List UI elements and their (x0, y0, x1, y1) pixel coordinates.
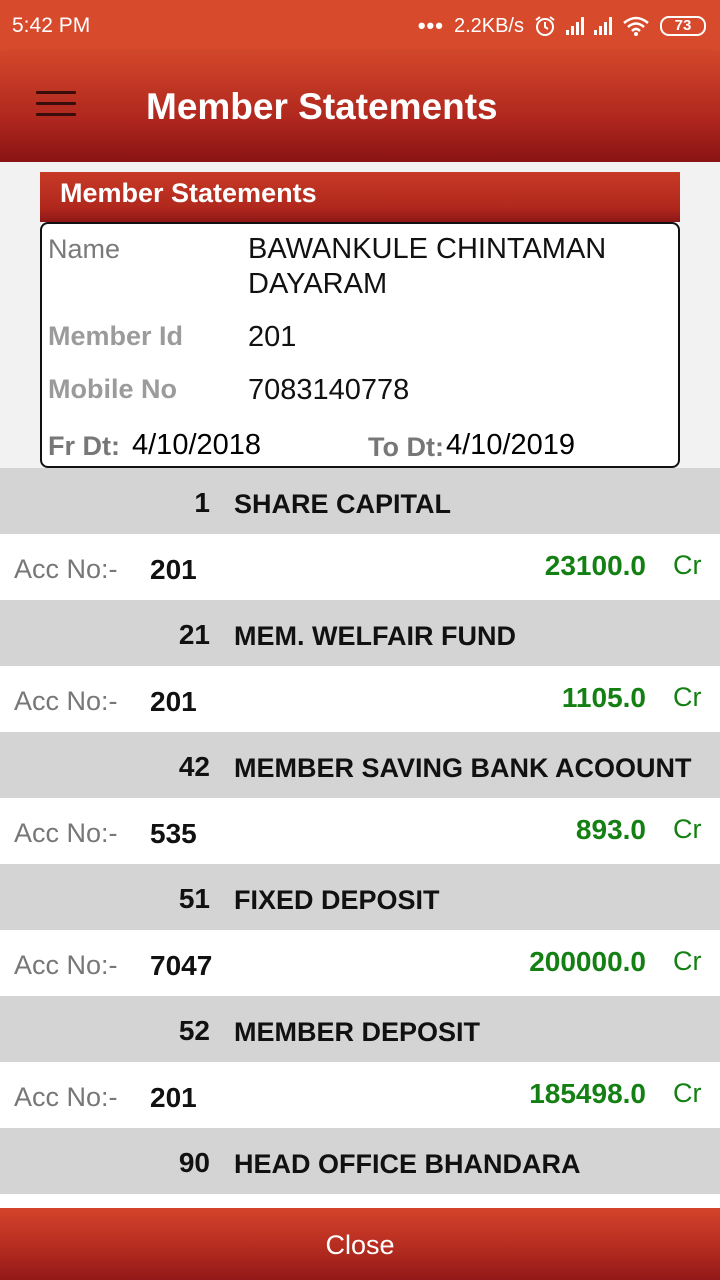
acc-type: Cr (673, 1078, 702, 1108)
acc-no-label: Acc No:- (14, 686, 118, 716)
account-group-row: 52 MEMBER DEPOSIT (0, 996, 720, 1062)
from-date-label: Fr Dt: (48, 431, 120, 461)
group-code: 1 (194, 487, 210, 518)
mobile-value: 7083140778 (248, 374, 410, 406)
app-bar: Member Statements (0, 52, 720, 162)
account-group-row: 51 FIXED DEPOSIT (0, 864, 720, 930)
account-group-row: 42 MEMBER SAVING BANK ACOOUNT (0, 732, 720, 798)
group-name: HEAD OFFICE BHANDARA (234, 1149, 581, 1179)
name-label: Name (48, 234, 121, 264)
content-area[interactable]: Member Statements Name BAWANKULE CHINTAM… (0, 162, 720, 1208)
account-row[interactable]: Acc No:- 201 185498.0 Cr (0, 1062, 720, 1128)
group-code: 90 (178, 1147, 210, 1178)
group-code: 42 (178, 751, 210, 782)
close-button[interactable]: Close (0, 1208, 720, 1280)
mobile-label: Mobile No (48, 374, 177, 404)
group-name: FIXED DEPOSIT (234, 885, 440, 915)
acc-no-value: 535 (150, 818, 197, 849)
group-name: MEM. WELFAIR FUND (234, 621, 516, 651)
battery-icon: 73 (660, 16, 706, 36)
group-code: 51 (178, 883, 210, 914)
name-value: BAWANKULE CHINTAMAN DAYARAM (248, 233, 607, 300)
acc-no-value: 201 (150, 686, 197, 717)
network-speed: 2.2KB/s (453, 14, 524, 37)
acc-no-label: Acc No:- (14, 554, 118, 584)
account-row[interactable]: Acc No:- 201 1105.0 Cr (0, 666, 720, 732)
acc-type: Cr (673, 946, 702, 976)
member-id-value: 201 (248, 321, 297, 353)
from-date-value: 4/10/2018 (132, 429, 262, 461)
member-id-label: Member Id (48, 321, 184, 351)
status-bar: 5:42 PM ••• 2.2KB/s 73 (0, 0, 720, 52)
group-name: SHARE CAPITAL (234, 489, 452, 519)
status-icons: ••• 2.2KB/s 73 (418, 13, 706, 39)
acc-amount: 1105.0 (561, 682, 646, 713)
acc-type: Cr (673, 814, 702, 844)
account-list[interactable]: 1 SHARE CAPITAL Acc No:- 201 23100.0 Cr … (0, 468, 720, 1208)
hamburger-menu-icon[interactable] (36, 91, 76, 119)
acc-no-value: 7047 (150, 950, 213, 981)
acc-no-value: 201 (150, 1082, 197, 1113)
to-date-value: 4/10/2019 (446, 429, 576, 461)
to-date-label: To Dt: (368, 432, 444, 462)
account-row[interactable] (0, 1194, 720, 1208)
group-name: MEMBER SAVING BANK ACOOUNT (234, 753, 692, 783)
wifi-icon (623, 16, 649, 36)
date-range: Fr Dt: 4/10/2018 To Dt: 4/10/2019 (48, 429, 678, 463)
status-time: 5:42 PM (12, 14, 91, 37)
member-info-box: Name BAWANKULE CHINTAMAN DAYARAM Member … (40, 222, 680, 468)
group-name: MEMBER DEPOSIT (234, 1017, 481, 1047)
account-group-row: 1 SHARE CAPITAL (0, 468, 720, 534)
page-title: Member Statements (146, 86, 498, 127)
acc-type: Cr (673, 682, 702, 712)
acc-amount: 23100.0 (544, 550, 646, 581)
account-row[interactable]: Acc No:- 7047 200000.0 Cr (0, 930, 720, 996)
account-group-row: 21 MEM. WELFAIR FUND (0, 600, 720, 666)
alarm-icon (535, 16, 555, 36)
acc-amount: 893.0 (575, 814, 646, 845)
acc-no-value: 201 (150, 554, 197, 585)
acc-no-label: Acc No:- (14, 818, 118, 848)
group-code: 21 (178, 619, 210, 650)
acc-type: Cr (673, 550, 702, 580)
account-row[interactable]: Acc No:- 535 893.0 Cr (0, 798, 720, 864)
acc-amount: 185498.0 (529, 1078, 646, 1109)
acc-no-label: Acc No:- (14, 950, 118, 980)
account-row[interactable]: Acc No:- 201 23100.0 Cr (0, 534, 720, 600)
group-code: 52 (178, 1015, 210, 1046)
account-group-row: 90 HEAD OFFICE BHANDARA (0, 1128, 720, 1194)
card-header: Member Statements (40, 172, 680, 222)
more-notifications-icon: ••• (417, 13, 444, 38)
acc-no-label: Acc No:- (14, 1082, 118, 1112)
signal-icon (566, 17, 584, 35)
acc-amount: 200000.0 (529, 946, 646, 977)
signal-icon-2 (594, 17, 612, 35)
